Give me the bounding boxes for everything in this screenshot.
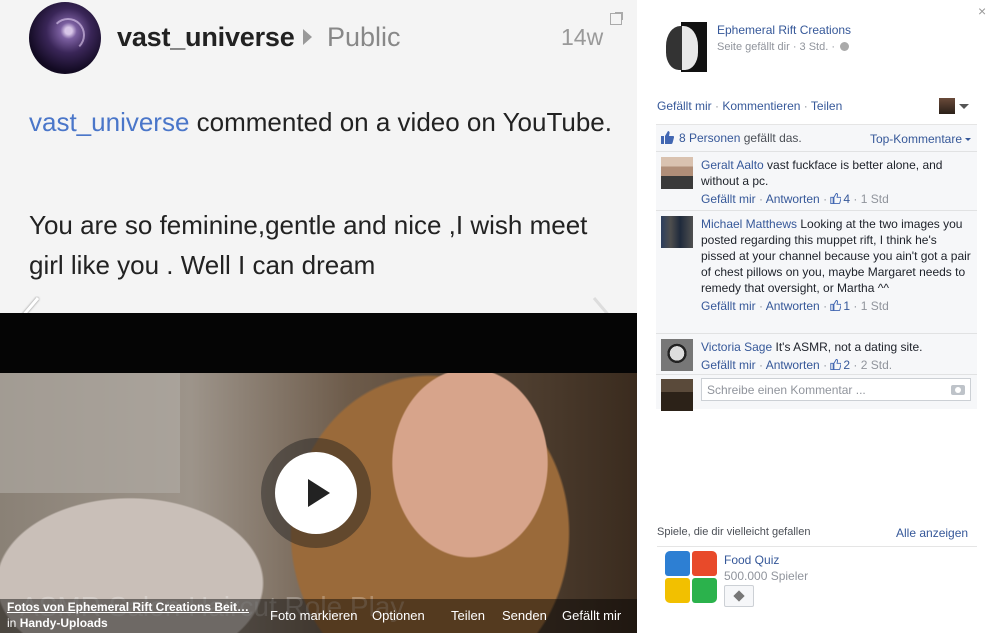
post-comment-text: You are so feminine,gentle and nice ,I w…	[29, 210, 588, 280]
comment-item: Michael Matthews Looking at the two imag…	[656, 211, 977, 334]
comments-list: 8 Personen gefällt das. Top-Kommentare G…	[656, 124, 977, 411]
photo-action-bar: Fotos von Ephemeral Rift Creations Beit……	[0, 599, 637, 633]
comment-meta: Gefällt mir · Antworten · 2 · 2 Std.	[701, 358, 893, 372]
photo-viewer: vast_universe Public 14w vast_universe c…	[0, 0, 637, 633]
expand-icon[interactable]	[610, 12, 623, 25]
comment-reply-link[interactable]: Antworten	[766, 358, 820, 372]
action-comment[interactable]: Kommentieren	[722, 99, 800, 113]
commenter-avatar[interactable]	[661, 216, 693, 248]
action-like[interactable]: Gefällt mir	[657, 99, 712, 113]
page-avatar[interactable]	[657, 22, 707, 72]
comment-reply-link[interactable]: Antworten	[766, 299, 820, 313]
caret-down-icon[interactable]	[959, 104, 969, 109]
tag-photo-button[interactable]: Foto markieren	[270, 608, 357, 623]
game-players: 500.000 Spieler	[724, 569, 809, 583]
thumbs-up-icon	[830, 300, 842, 311]
comment-text: It's ASMR, not a dating site.	[772, 340, 923, 354]
likes-summary: 8 Personen gefällt das. Top-Kommentare	[656, 125, 977, 152]
post-time: 14w	[561, 24, 604, 50]
comments-panel: × Ephemeral Rift Creations Seite gefällt…	[637, 0, 996, 633]
likes-count-link[interactable]: 8 Personen	[679, 131, 740, 145]
thumbs-up-icon	[661, 131, 674, 144]
action-share[interactable]: Teilen	[811, 99, 842, 113]
game-icon[interactable]	[665, 551, 717, 603]
reply-row	[656, 375, 977, 411]
comment-like-link[interactable]: Gefällt mir	[701, 358, 756, 372]
play-game-button[interactable]	[724, 585, 754, 607]
camera-icon[interactable]	[951, 385, 965, 395]
post-activity-line: vast_universe commented on a video on Yo…	[29, 106, 619, 139]
actor-avatar[interactable]	[939, 98, 955, 114]
my-avatar	[661, 379, 693, 411]
like-button[interactable]: Gefällt mir	[562, 608, 621, 623]
comment-item: Geralt Aalto vast fuckface is better alo…	[656, 152, 977, 211]
commenter-avatar[interactable]	[661, 339, 693, 371]
thumbs-up-icon	[830, 193, 842, 204]
globe-icon	[840, 42, 850, 51]
play-icon[interactable]	[275, 452, 357, 534]
post-username[interactable]: vast_universe	[117, 22, 295, 53]
comment-author[interactable]: Michael Matthews	[701, 217, 797, 231]
comment-author[interactable]: Geralt Aalto	[701, 158, 764, 172]
page-meta: Seite gefällt dir · 3 Std. ·	[717, 41, 850, 53]
comment-meta: Gefällt mir · Antworten · 1 · 1 Std	[701, 299, 889, 313]
share-button[interactable]: Teilen	[451, 608, 485, 623]
comment-input[interactable]	[701, 378, 971, 401]
comment-like-count: 2	[843, 358, 851, 372]
activity-user-link[interactable]: vast_universe	[29, 107, 189, 137]
close-icon[interactable]: ×	[978, 3, 986, 19]
arrow-right-icon	[303, 29, 312, 45]
games-section-title: Spiele, die dir vielleicht gefallen	[657, 526, 811, 538]
game-name[interactable]: Food Quiz	[724, 553, 779, 567]
post-actions: Gefällt mir · Kommentieren · Teilen	[657, 99, 843, 113]
user-avatar[interactable]	[29, 2, 101, 74]
comment-reply-link[interactable]: Antworten	[766, 192, 820, 206]
top-comments-dropdown[interactable]: Top-Kommentare	[870, 132, 971, 146]
send-button[interactable]: Senden	[502, 608, 547, 623]
comment-like-count: 1	[843, 299, 851, 313]
comment-like-link[interactable]: Gefällt mir	[701, 192, 756, 206]
comment-author[interactable]: Victoria Sage	[701, 340, 772, 354]
video-thumbnail[interactable]: ASMR Salon Haircut Role Play	[0, 313, 637, 633]
page-name[interactable]: Ephemeral Rift Creations	[717, 23, 851, 37]
comment-like-count: 4	[843, 192, 851, 206]
see-all-link[interactable]: Alle anzeigen	[896, 526, 968, 540]
comment-like-link[interactable]: Gefällt mir	[701, 299, 756, 313]
divider	[657, 546, 977, 547]
album-name-link[interactable]: Handy-Uploads	[20, 616, 108, 630]
comment-item: Victoria Sage It's ASMR, not a dating si…	[656, 334, 977, 375]
post-privacy: Public	[327, 22, 401, 52]
comment-meta: Gefällt mir · Antworten · 4 · 1 Std	[701, 192, 889, 206]
commenter-avatar[interactable]	[661, 157, 693, 189]
comment-time: 1 Std	[860, 192, 889, 206]
thumbs-up-icon	[830, 359, 842, 370]
album-subtitle: in Handy-Uploads	[7, 616, 108, 630]
comment-time: 1 Std	[860, 299, 889, 313]
comment-time: 2 Std.	[860, 358, 893, 372]
album-title-link[interactable]: Fotos von Ephemeral Rift Creations Beit…	[7, 600, 257, 614]
activity-text: commented on a video on YouTube.	[189, 107, 612, 137]
post-header: vast_universe Public 14w	[0, 0, 637, 80]
options-button[interactable]: Optionen	[372, 608, 425, 623]
